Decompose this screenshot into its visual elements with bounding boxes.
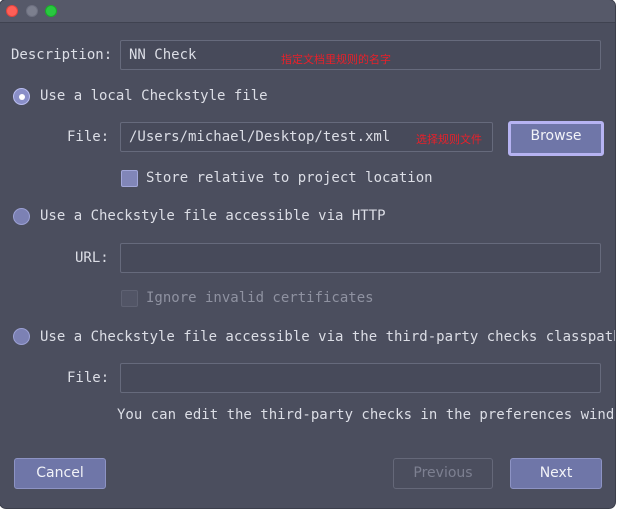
store-relative-checkbox[interactable] [121,170,138,187]
third-party-hint: You can edit the third-party checks in t… [117,407,615,423]
classpath-file-radio[interactable] [13,328,30,345]
checkstyle-config-dialog: Description: NN Check 指定文档里规则的名字 Use a l… [0,0,615,508]
description-annotation: 指定文档里规则的名字 [281,53,391,66]
description-label: Description: [11,47,113,63]
classpath-file-label: File: [67,370,110,386]
browse-button[interactable]: Browse [508,121,604,156]
zoom-window-button[interactable] [45,5,57,17]
url-label: URL: [75,250,109,266]
previous-button[interactable]: Previous [393,458,493,489]
local-file-option-label[interactable]: Use a local Checkstyle file [40,88,268,104]
classpath-file-input[interactable] [120,363,601,393]
http-file-radio[interactable] [13,208,30,225]
cancel-button[interactable]: Cancel [14,458,106,489]
http-file-option-label[interactable]: Use a Checkstyle file accessible via HTT… [40,208,386,224]
local-file-radio[interactable] [13,88,30,105]
file-annotation: 选择规则文件 [416,133,482,146]
ignore-invalid-certificates-label[interactable]: Ignore invalid certificates [146,290,374,306]
next-button[interactable]: Next [510,458,602,489]
ignore-invalid-certificates-checkbox[interactable] [121,290,138,307]
url-input[interactable] [120,243,601,273]
minimize-window-button[interactable] [26,5,38,17]
local-file-label: File: [67,129,110,145]
store-relative-label[interactable]: Store relative to project location [146,170,433,186]
close-window-button[interactable] [6,5,18,17]
classpath-file-option-label[interactable]: Use a Checkstyle file accessible via the… [40,329,615,345]
title-bar [0,0,615,23]
